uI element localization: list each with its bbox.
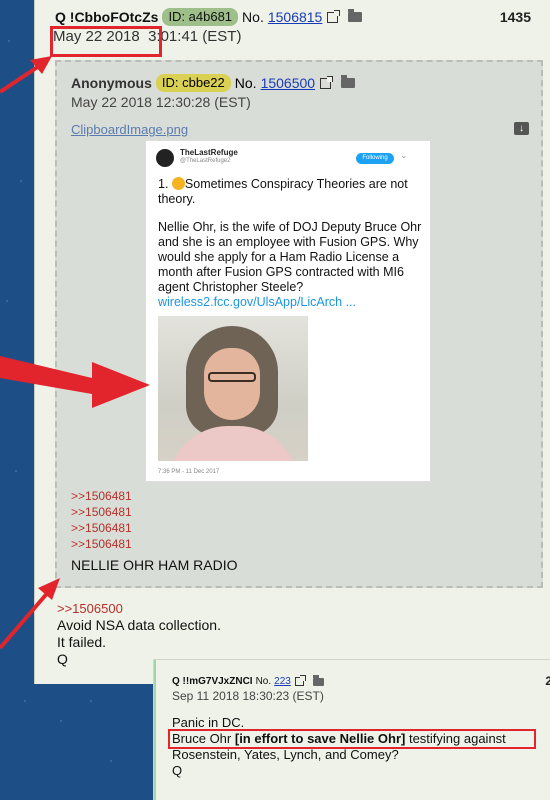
reply-link[interactable]: >>1506481 bbox=[71, 504, 132, 520]
post-number-link[interactable]: 1506500 bbox=[261, 75, 316, 91]
photo-shoulders bbox=[168, 426, 298, 461]
reply-link[interactable]: >>1506481 bbox=[71, 488, 132, 504]
attachment-filename-link[interactable]: ClipboardImage.png bbox=[71, 122, 188, 137]
post-no-prefix: No. bbox=[234, 75, 257, 91]
post-body-line: Q bbox=[172, 763, 183, 778]
reply-links: >>1506481 >>1506481 >>1506481 >>1506481 bbox=[71, 488, 132, 552]
external-link-icon[interactable] bbox=[320, 75, 334, 89]
poster-name: Anonymous bbox=[71, 75, 152, 91]
reply-link[interactable]: >>1506500 bbox=[57, 600, 221, 617]
quoted-post: Anonymous ID: cbbe22 No. 1506500 May 22 2… bbox=[55, 60, 543, 588]
reply-link[interactable]: >>1506481 bbox=[71, 520, 132, 536]
post-body-line: Avoid NSA data collection. bbox=[57, 617, 221, 633]
tweet-screenshot[interactable]: TheLastRefuge @TheLastRefuge2 Following … bbox=[145, 140, 431, 482]
second-post-date: Sep 11 2018 18:30:23 (EST) bbox=[172, 689, 324, 703]
tweet-number: 1. bbox=[158, 177, 172, 191]
quoted-post-header: Anonymous ID: cbbe22 No. 1506500 bbox=[71, 74, 356, 92]
post-no-prefix: No. bbox=[255, 676, 272, 687]
tweet-paragraph-2: Nellie Ohr, is the wife of DOJ Deputy Br… bbox=[158, 220, 422, 294]
tripcode: Q !!mG7VJxZNCI bbox=[172, 676, 253, 687]
date-highlight-box bbox=[50, 26, 162, 57]
post-count: 2 bbox=[545, 674, 550, 688]
external-link-icon[interactable] bbox=[327, 9, 341, 23]
reply-link[interactable]: >>1506481 bbox=[71, 536, 132, 552]
tweet-photo bbox=[158, 316, 308, 461]
post-number-link[interactable]: 1506815 bbox=[268, 9, 323, 25]
tweet-link: wireless2.fcc.gov/UlsApp/LicArch ... bbox=[158, 295, 356, 309]
quoted-post-date: May 22 2018 12:30:28 (EST) bbox=[71, 94, 251, 110]
photo-face bbox=[204, 348, 260, 420]
id-badge[interactable]: ID: a4b681 bbox=[162, 8, 239, 26]
tweet-timestamp: 7:36 PM - 11 Dec 2017 bbox=[158, 469, 220, 475]
folder-icon[interactable] bbox=[312, 674, 324, 686]
post-body-line: Rosenstein, Yates, Lynch, and Comey? bbox=[172, 747, 399, 762]
post-number-link[interactable]: 223 bbox=[274, 676, 291, 687]
quoted-post-body: NELLIE OHR HAM RADIO bbox=[71, 557, 238, 573]
folder-icon[interactable] bbox=[341, 75, 356, 88]
external-link-icon[interactable] bbox=[294, 675, 306, 686]
tripcode: Q !CbboFOtcZs bbox=[55, 9, 159, 25]
download-icon[interactable]: ↓ bbox=[514, 122, 529, 135]
post-header: Q !CbboFOtcZs ID: a4b681 No. 1506815 bbox=[55, 8, 363, 26]
tweet-author-handle: @TheLastRefuge2 bbox=[180, 158, 231, 164]
following-button: Following bbox=[356, 153, 394, 164]
post-date-time: 3:01:41 (EST) bbox=[148, 28, 242, 45]
post-body: >>1506500 Avoid NSA data collection. It … bbox=[57, 600, 221, 668]
chevron-down-icon: ⌄ bbox=[400, 150, 408, 160]
second-post-header: Q !!mG7VJxZNCI No. 223 bbox=[172, 674, 324, 687]
thinking-face-icon bbox=[171, 177, 185, 190]
post-body-line: It failed. bbox=[57, 634, 107, 650]
tweet-author-name: TheLastRefuge bbox=[180, 148, 238, 157]
tweet-avatar bbox=[156, 149, 174, 167]
tweet-paragraph-1-text: Sometimes Conspiracy Theories are not th… bbox=[158, 177, 408, 206]
tweet-paragraph-1: 1. Sometimes Conspiracy Theories are not… bbox=[158, 177, 422, 207]
folder-icon[interactable] bbox=[348, 9, 363, 22]
id-badge[interactable]: ID: cbbe22 bbox=[155, 74, 231, 92]
tweet-text: 1. Sometimes Conspiracy Theories are not… bbox=[158, 177, 422, 310]
second-post: Q !!mG7VJxZNCI No. 223 2 Sep 11 2018 18:3… bbox=[154, 660, 550, 800]
post-no-prefix: No. bbox=[242, 9, 264, 25]
text-highlight-box bbox=[168, 729, 536, 749]
post-count: 1435 bbox=[499, 9, 531, 25]
photo-glasses bbox=[208, 372, 256, 382]
main-post: Q !CbboFOtcZs ID: a4b681 No. 1506815 1435… bbox=[34, 0, 550, 684]
